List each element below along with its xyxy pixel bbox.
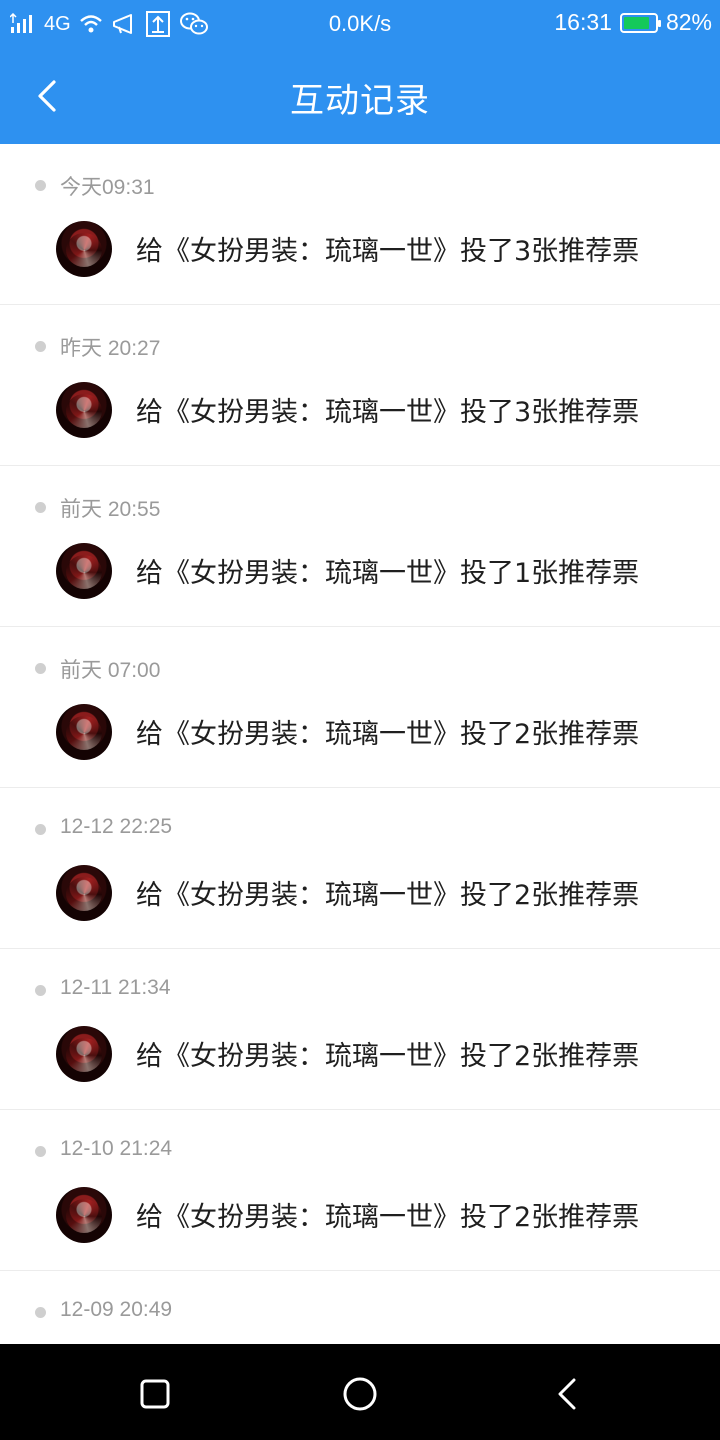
list-item[interactable]: 今天09:31 给《女扮男装：琉璃一世》投了3张推荐票 [0,144,720,305]
timeline-dot [35,824,46,835]
avatar[interactable] [56,1187,112,1243]
app-bar: 互动记录 [0,48,720,144]
system-back-button[interactable] [545,1372,589,1416]
list-item[interactable]: 前天 07:00 给《女扮男装：琉璃一世》投了2张推荐票 [0,627,720,788]
record-time: 今天09:31 [60,176,155,199]
system-nav-bar [0,1344,720,1440]
interaction-list[interactable]: 今天09:31 给《女扮男装：琉璃一世》投了3张推荐票 昨天 20:27 给《女… [0,144,720,1432]
avatar[interactable] [56,382,112,438]
record-time: 12-11 21:34 [60,976,171,999]
avatar[interactable] [56,543,112,599]
list-item[interactable]: 12-12 22:25 给《女扮男装：琉璃一世》投了2张推荐票 [0,788,720,949]
square-icon [140,1379,170,1409]
list-item[interactable]: 昨天 20:27 给《女扮男装：琉璃一世》投了3张推荐票 [0,305,720,466]
circle-icon [343,1377,377,1411]
page-title: 互动记录 [290,81,430,121]
status-bar: 4G 0.0K/s 16:31 82% [0,0,720,48]
timeline-dot [35,502,46,513]
clock: 16:31 [554,9,612,35]
triangle-back-icon [558,1378,576,1410]
record-time: 12-12 22:25 [60,815,173,838]
record-time: 昨天 20:27 [60,337,161,360]
list-item[interactable]: 前天 20:55 给《女扮男装：琉璃一世》投了1张推荐票 [0,466,720,627]
list-item[interactable]: 12-10 21:24 给《女扮男装：琉璃一世》投了2张推荐票 [0,1110,720,1271]
timeline-dot [35,663,46,674]
record-time: 前天 07:00 [60,659,161,682]
record-message: 给《女扮男装：琉璃一世》投了3张推荐票 [136,397,640,428]
record-time: 12-10 21:24 [60,1137,173,1160]
record-time: 前天 20:55 [60,498,161,521]
timeline-dot [35,1146,46,1157]
timeline-dot [35,985,46,996]
status-icons-right: 16:31 82% [554,9,712,36]
recent-apps-button[interactable] [133,1372,177,1416]
timeline-dot [35,341,46,352]
home-button[interactable] [338,1372,382,1416]
avatar[interactable] [56,221,112,277]
list-item[interactable]: 12-11 21:34 给《女扮男装：琉璃一世》投了2张推荐票 [0,949,720,1110]
record-message: 给《女扮男装：琉璃一世》投了3张推荐票 [136,236,640,267]
record-message: 给《女扮男装：琉璃一世》投了2张推荐票 [136,880,640,911]
record-time: 12-09 20:49 [60,1298,173,1321]
timeline-dot [35,180,46,191]
battery-icon [619,12,661,33]
timeline-dot [35,1307,46,1318]
record-message: 给《女扮男装：琉璃一世》投了2张推荐票 [136,1041,640,1072]
avatar[interactable] [56,704,112,760]
battery-level: 82% [665,9,712,35]
record-message: 给《女扮男装：琉璃一世》投了2张推荐票 [136,1202,640,1233]
record-message: 给《女扮男装：琉璃一世》投了2张推荐票 [136,719,640,750]
record-message: 给《女扮男装：琉璃一世》投了1张推荐票 [136,558,640,589]
avatar[interactable] [56,1026,112,1082]
avatar[interactable] [56,865,112,921]
